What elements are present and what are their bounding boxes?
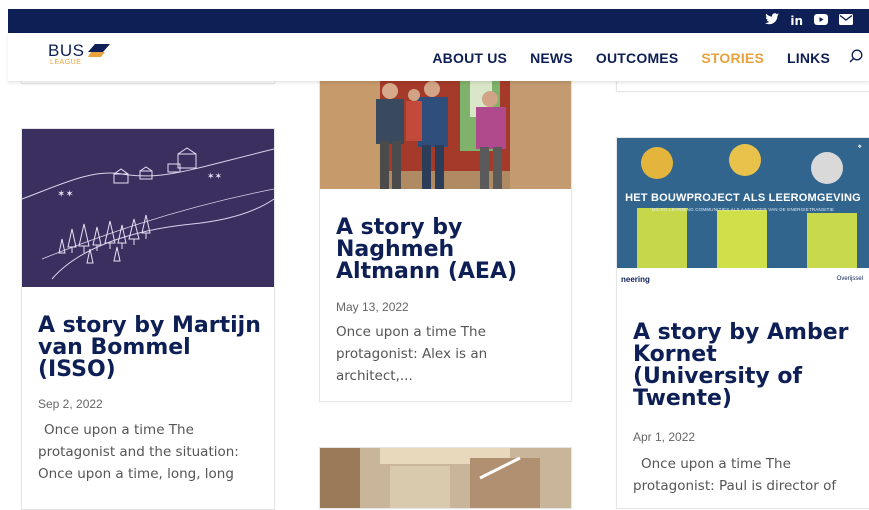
image-caption: HET BOUWPROJECT ALS LEEROMGEVING [625, 192, 861, 204]
svg-text:✶✶: ✶✶ [57, 189, 74, 200]
logo-word: BUS [48, 41, 85, 60]
logo-mark-icon [88, 44, 110, 57]
story-title[interactable]: A story by Amber Kornet (University of T… [633, 322, 861, 410]
story-date: May 13, 2022 [336, 300, 409, 314]
story-card[interactable] [319, 447, 572, 509]
main-nav: ABOUT US NEWS OUTCOMES STORIES LINKS [432, 48, 869, 67]
image-logo-left: neering [621, 275, 650, 284]
nav-stories[interactable]: STORIES [701, 50, 764, 66]
youtube-icon[interactable] [814, 13, 828, 28]
story-title[interactable]: A story by Martijn van Bommel (ISSO) [38, 315, 266, 381]
story-excerpt: Once upon a time The protagonist and the… [38, 422, 239, 482]
nav-news[interactable]: NEWS [530, 50, 573, 66]
nav-links[interactable]: LINKS [787, 50, 830, 66]
story-image[interactable]: ✶✶ ✶✶ [22, 129, 274, 287]
story-excerpt: Once upon a time The protagonist: Alex i… [336, 324, 488, 384]
site-header: BUS LEAGUE ABOUT US NEWS OUTCOMES STORIE… [8, 33, 869, 81]
story-image[interactable]: ❖ HET BOUWPROJECT ALS LEEROMGEVING MICRO… [617, 138, 869, 288]
email-icon[interactable] [839, 13, 853, 28]
story-date: Sep 2, 2022 [38, 397, 103, 411]
story-card[interactable]: ❖ HET BOUWPROJECT ALS LEEROMGEVING MICRO… [616, 137, 869, 509]
site-logo[interactable]: BUS LEAGUE [48, 41, 128, 71]
story-image[interactable] [320, 448, 571, 508]
nav-outcomes[interactable]: OUTCOMES [596, 50, 679, 66]
linkedin-icon[interactable]: in [790, 14, 803, 28]
image-logo-right: Overijssel [836, 276, 863, 282]
image-subcaption: MICRO LEARNING COMMUNITIES ALS AANJAGER … [651, 207, 835, 212]
story-card[interactable]: ✶✶ ✶✶ A story by Martijn van Bommel (ISS… [21, 128, 275, 510]
story-title[interactable]: A story by Naghmeh Altmann (AEA) [336, 217, 564, 283]
search-icon[interactable] [849, 48, 863, 67]
story-date: Apr 1, 2022 [633, 430, 696, 444]
svg-text:✶✶: ✶✶ [207, 172, 222, 182]
svg-text:❖: ❖ [858, 144, 863, 150]
story-card[interactable]: A story by Naghmeh Altmann (AEA) May 13,… [319, 40, 572, 402]
nav-about-us[interactable]: ABOUT US [432, 50, 507, 66]
top-bar: in [8, 9, 869, 33]
social-links: in [765, 13, 853, 28]
twitter-icon[interactable] [765, 13, 780, 28]
story-excerpt: Once upon a time The protagonist: Paul i… [633, 456, 837, 494]
logo-subtitle: LEAGUE [50, 59, 82, 66]
